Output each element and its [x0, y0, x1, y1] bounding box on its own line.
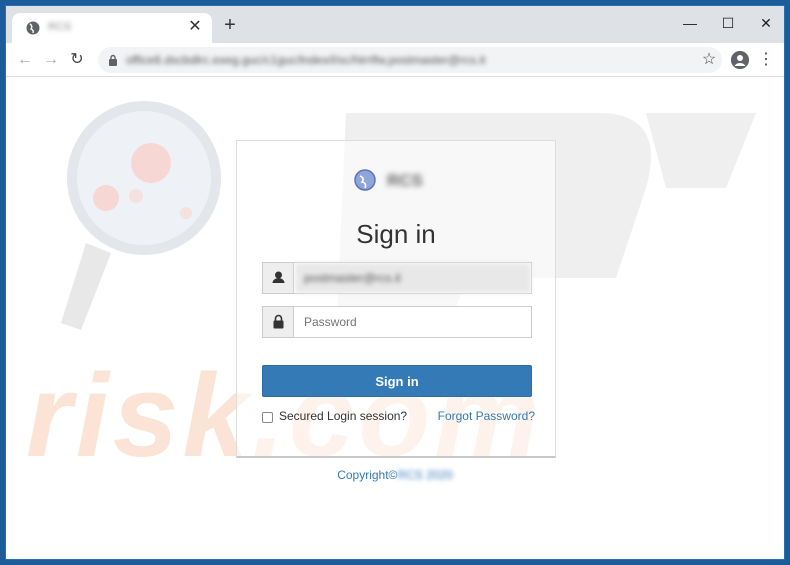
- brand-logo-icon: [354, 169, 376, 191]
- password-input[interactable]: [295, 307, 531, 337]
- url-text: office6.dscbdlrc.exeg.guc/c1guc/lndex/l/…: [126, 53, 486, 67]
- copyright-name: RCS 2020: [397, 468, 453, 482]
- tab-title: RCS: [48, 21, 72, 33]
- lock-addon: [263, 307, 294, 337]
- address-bar[interactable]: office6.dscbdlrc.exeg.guc/c1guc/lndex/l/…: [98, 47, 722, 73]
- bookmark-star-icon[interactable]: ☆: [700, 51, 718, 69]
- copyright-prefix: Copyright©: [337, 468, 398, 482]
- page-title: Sign in: [356, 219, 436, 249]
- forward-button[interactable]: →: [42, 51, 60, 69]
- globe-icon: [26, 21, 40, 35]
- lock-icon: [109, 54, 117, 66]
- password-field[interactable]: [262, 306, 532, 338]
- email-field[interactable]: [262, 262, 532, 294]
- user-icon: [272, 271, 285, 283]
- email-input[interactable]: [295, 263, 531, 293]
- sign-in-button[interactable]: Sign in: [262, 365, 532, 397]
- remember-checkbox[interactable]: [262, 412, 273, 423]
- reload-button[interactable]: ↻: [68, 51, 86, 69]
- login-card: RCS Sign in postmaster@rcs.it Sign in Se…: [236, 140, 556, 458]
- forgot-password-link[interactable]: Forgot Password?: [438, 409, 535, 423]
- new-tab-button[interactable]: +: [220, 15, 240, 36]
- browser-tab[interactable]: RCS ✕: [12, 13, 212, 43]
- padlock-icon: [273, 314, 284, 329]
- close-window-button[interactable]: ✕: [755, 12, 777, 34]
- brand-name: RCS: [387, 171, 423, 190]
- maximize-button[interactable]: ☐: [717, 12, 739, 34]
- back-button[interactable]: ←: [16, 51, 34, 69]
- browser-toolbar: ← → ↻ office6.dscbdlrc.exeg.guc/c1guc/ln…: [6, 43, 784, 77]
- remember-label: Secured Login session?: [279, 409, 408, 423]
- profile-icon[interactable]: [731, 51, 749, 69]
- minimize-button[interactable]: —: [679, 12, 701, 34]
- user-addon: [263, 263, 294, 293]
- browser-window: RCS ✕ + — ☐ ✕ ← → ↻ office6.dscbdlrc.exe…: [5, 5, 785, 560]
- tab-close-icon[interactable]: ✕: [186, 18, 204, 36]
- tab-bar: RCS ✕ + — ☐ ✕: [6, 6, 784, 43]
- copyright: Copyright©RCS 2020: [6, 468, 784, 482]
- browser-menu-icon[interactable]: ⋮: [758, 51, 774, 69]
- page-content: risk.com RCS Sign in: [6, 78, 784, 559]
